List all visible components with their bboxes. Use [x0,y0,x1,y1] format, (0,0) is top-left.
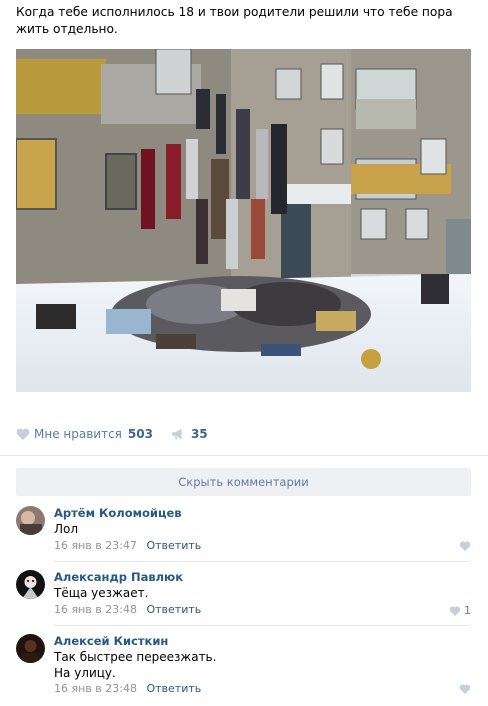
comment: Александр Павлюк Тёща уезжает. 16 янв в … [16,570,471,630]
avatar[interactable] [16,634,45,663]
post-text: Когда тебе исполнилось 18 и твои родител… [16,5,453,36]
comment-meta: 16 янв в 23:48 Ответить [54,603,201,616]
comment-meta: 16 янв в 23:48 Ответить [54,682,201,695]
comment-date[interactable]: 16 янв в 23:48 [54,682,137,695]
reply-button[interactable]: Ответить [146,682,201,695]
share-button[interactable]: 35 [171,427,208,441]
avatar[interactable] [16,570,45,599]
comment-date[interactable]: 16 янв в 23:48 [54,603,137,616]
reply-button[interactable]: Ответить [146,539,201,552]
comment-meta: 16 янв в 23:47 Ответить [54,539,201,552]
comment-date[interactable]: 16 янв в 23:47 [54,539,137,552]
megaphone-icon [172,428,182,440]
comment-text: Тёща уезжает. [54,586,149,600]
like-button[interactable]: Мне нравится 503 [16,427,153,441]
comment-author[interactable]: Алексей Кисткин [54,634,168,648]
comment: Артём Коломойцев Лол 16 янв в 23:47 Отве… [16,506,471,566]
like-count: 503 [127,427,153,441]
comment-text-line-1: Так быстрее переезжать. [54,650,217,664]
comment-like-button[interactable] [459,684,471,694]
comment: Алексей Кисткин Так быстрее переезжать. … [16,634,471,695]
heart-icon [459,684,471,694]
like-label: Мне нравится [34,427,122,441]
reply-button[interactable]: Ответить [146,603,201,616]
comment-divider [54,561,471,562]
comment-like-button[interactable]: 1 [449,604,471,617]
comment-text: Лол [54,522,79,536]
comment-divider [54,625,471,626]
post-actions: Мне нравится 503 35 [16,424,226,444]
divider [0,455,488,456]
hide-comments-button[interactable]: Скрыть комментарии [16,468,471,496]
heart-icon [16,428,30,440]
share-count: 35 [190,427,208,441]
avatar[interactable] [16,506,45,535]
comment-author[interactable]: Александр Павлюк [54,570,183,584]
post-photo[interactable] [16,49,471,392]
comment-like-button[interactable] [459,541,471,551]
comment-text-line-2: На улицу. [54,666,116,680]
heart-icon [449,605,461,616]
comment-like-count: 1 [464,604,471,617]
heart-icon [459,541,471,551]
comment-author[interactable]: Артём Коломойцев [54,506,182,520]
